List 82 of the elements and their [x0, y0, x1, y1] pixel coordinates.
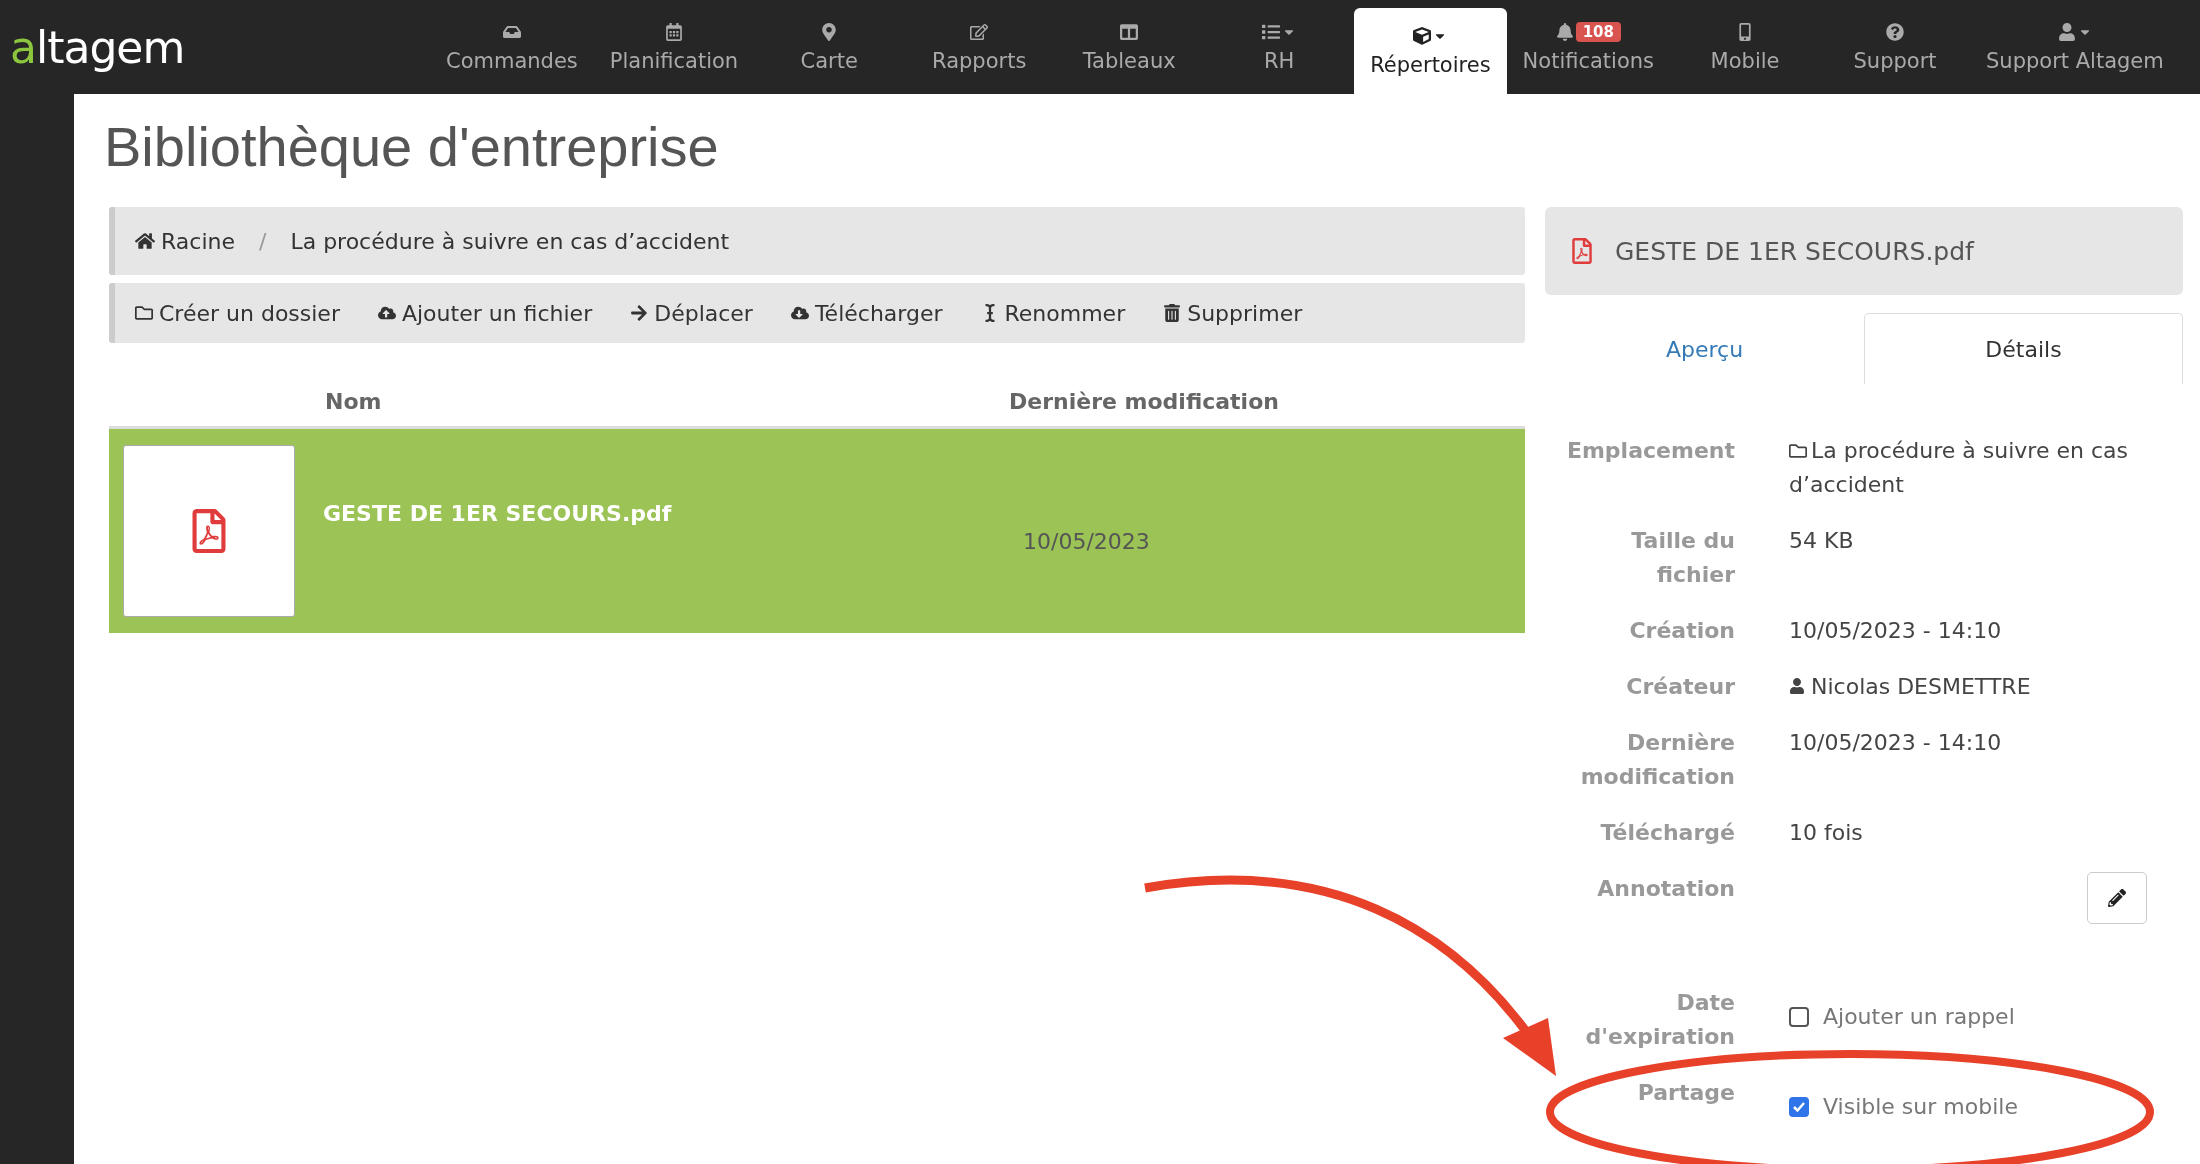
toolbar-button[interactable]: Ajouter un fichier [377, 300, 593, 326]
column-header: Dernière modification [1008, 389, 1280, 414]
nav-tab[interactable]: Répertoires [1354, 8, 1507, 94]
pencil-icon [2108, 889, 2126, 907]
toolbar-button[interactable]: Supprimer [1163, 300, 1303, 326]
field-label: Taille du fichier [1630, 527, 1735, 589]
file-title: GESTE DE 1ER SECOURS.pdf [1615, 236, 1974, 266]
list-icon [1262, 23, 1281, 41]
bell-icon [1555, 23, 1574, 41]
checkbox[interactable] [1789, 1097, 1809, 1117]
nav-label: Planification [609, 49, 739, 73]
arrow-right-icon [630, 304, 649, 322]
help-icon [1886, 23, 1905, 41]
file-name: GESTE DE 1ER SECOURS.pdf [323, 501, 673, 526]
panel-tab[interactable]: Détails [1864, 313, 2183, 384]
nav-label: Mobile [1710, 49, 1780, 73]
pdf-file-icon [1569, 238, 1595, 264]
field-value: 10/05/2023 - 14:10 [1789, 617, 2002, 645]
field-label: Téléchargé [1599, 819, 1735, 847]
folder-icon [1789, 442, 1807, 460]
checkbox-label: Ajouter un rappel [1823, 1003, 2015, 1031]
nav-tab[interactable]: 108 Notifications [1506, 0, 1671, 94]
field-value: Nicolas DESMETTRE [1811, 673, 2031, 701]
user-icon [2057, 23, 2076, 41]
nav-tab[interactable]: Commandes [430, 0, 594, 94]
nav-label: Commandes [446, 49, 578, 73]
calendar-icon [665, 23, 683, 41]
folder-icon [135, 304, 153, 322]
nav-label: RH [1264, 49, 1295, 73]
checkmark-icon [1792, 1100, 1806, 1114]
field-label: Date d'expiration [1584, 989, 1735, 1051]
checkbox[interactable] [1789, 1007, 1809, 1027]
toolbar-button[interactable]: Renommer [980, 300, 1126, 326]
cube-icon [1413, 27, 1432, 45]
nav-tab[interactable]: Tableaux [1054, 0, 1205, 94]
map-pin-icon [820, 23, 839, 41]
field-value: La procédure à suivre en cas d’accident [1789, 437, 2129, 499]
field-label: Partage [1636, 1079, 1735, 1107]
logo: altagem [10, 21, 186, 73]
columns-icon [1120, 23, 1139, 41]
breadcrumb-link[interactable]: La procédure à suivre en cas d’accident [290, 228, 730, 254]
nav-tab[interactable]: Carte [754, 0, 905, 94]
user-icon [1789, 678, 1805, 694]
cloud-download-icon [790, 304, 809, 322]
field-value: 10 fois [1789, 819, 1863, 847]
cloud-upload-icon [377, 304, 396, 322]
home-icon [135, 231, 155, 251]
nav-tab[interactable]: RH [1204, 0, 1355, 94]
edit-icon [970, 23, 989, 41]
nav-tab[interactable]: Rapports [904, 0, 1055, 94]
nav-tab[interactable]: Support [1820, 0, 1971, 94]
nav-label: Carte [800, 49, 858, 73]
field-value: 10/05/2023 - 14:10 [1789, 729, 2002, 757]
field-value: 54 KB [1789, 527, 1854, 555]
trash-icon [1163, 304, 1182, 322]
field-label: Emplacement [1565, 437, 1735, 465]
toolbar-button[interactable]: Déplacer [630, 300, 753, 326]
nav-tab[interactable]: Planification [593, 0, 755, 94]
notification-count: 108 [1575, 22, 1621, 42]
toolbar-button[interactable]: Télécharger [790, 300, 943, 326]
breadcrumb-link[interactable]: Racine [161, 228, 235, 254]
nav-label: Répertoires [1370, 53, 1491, 77]
checkbox-label: Visible sur mobile [1823, 1093, 2018, 1121]
nav-tab[interactable]: Mobile [1670, 0, 1821, 94]
nav-tab[interactable]: Support Altagem [1970, 0, 2180, 94]
nav-label: Support Altagem [1986, 49, 2164, 73]
nav-label: Tableaux [1082, 49, 1176, 73]
field-label: Créateur [1625, 673, 1735, 701]
toolbar-button[interactable]: Créer un dossier [135, 300, 340, 326]
breadcrumb-separator: / [259, 228, 267, 254]
nav-label: Support [1853, 49, 1937, 73]
file-row[interactable]: GESTE DE 1ER SECOURS.pdf 10/05/2023 [109, 429, 1525, 633]
page-title: Bibliothèque d'entreprise [104, 114, 720, 179]
nav-label: Rapports [932, 49, 1027, 73]
field-label: Création [1628, 617, 1735, 645]
field-label: Annotation [1596, 875, 1735, 903]
field-label: Dernière modification [1579, 729, 1735, 791]
column-header: Nom [324, 389, 383, 414]
nav-label: Notifications [1522, 49, 1655, 73]
tray-icon [502, 23, 521, 41]
modified-date: 10/05/2023 [1023, 528, 1151, 554]
edit-button[interactable] [2087, 872, 2147, 924]
